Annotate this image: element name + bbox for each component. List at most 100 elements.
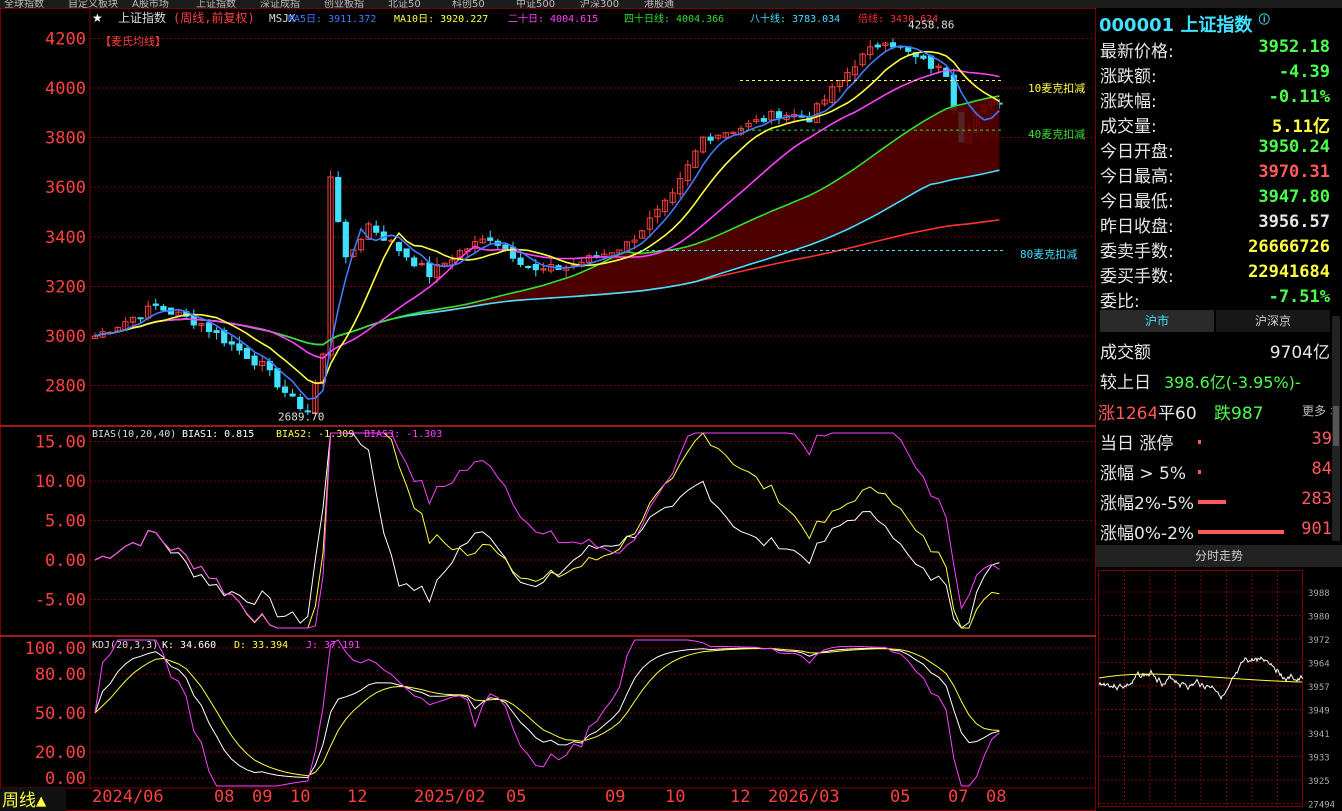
kdj-tick: 50.00 <box>35 704 86 724</box>
stat-label: 当日 涨停 <box>1100 434 1174 454</box>
intraday-tick: 3933 <box>1308 754 1330 764</box>
top-tab[interactable]: A股市场 <box>132 0 169 8</box>
top-tab[interactable]: 沪深300 <box>580 0 619 8</box>
top-tab[interactable]: 上证指数 <box>196 0 236 8</box>
candle-body <box>274 368 281 388</box>
quote-name: 上证指数 <box>1180 15 1253 36</box>
price-tick: 2800 <box>45 377 86 397</box>
candle-body <box>190 315 197 326</box>
stat-bar <box>1198 530 1284 534</box>
quote-label: 昨日收盘: <box>1100 217 1174 237</box>
intraday-tick: 3949 <box>1308 707 1330 717</box>
prev-day-value: -398.6亿(-3.95%) <box>1164 373 1301 392</box>
x-tick: 2025/02 <box>414 787 486 807</box>
quote-value: 3952.18 <box>1258 37 1330 57</box>
candle-body <box>707 136 714 141</box>
star-icon[interactable]: ★ <box>92 11 103 25</box>
quote-value: -4.39 <box>1278 62 1330 82</box>
quote-label: 今日最低: <box>1100 192 1174 212</box>
price-tick: 4200 <box>45 29 86 49</box>
quote-label: 委比: <box>1100 292 1140 312</box>
candle-body <box>395 242 403 252</box>
quote-value: 3970.31 <box>1258 162 1330 182</box>
candle-body <box>243 347 251 359</box>
candle-body <box>335 176 342 222</box>
bias-tick: 0.00 <box>45 551 86 571</box>
x-tick: 12 <box>347 787 367 807</box>
market-tab-all[interactable]: 沪深京 <box>1216 310 1330 332</box>
stat-label: 涨幅2%-5% <box>1100 494 1195 514</box>
prev-day-row: 较上日 -398.6亿(-3.95%) <box>1096 367 1336 392</box>
kdj-tick: 20.00 <box>35 743 86 763</box>
top-tab[interactable]: 创业板指 <box>324 0 364 8</box>
flat-count: 平60 <box>1158 404 1197 424</box>
quote-row: 昨日收盘: 3956.57 <box>1096 211 1336 237</box>
candle-body <box>426 262 433 278</box>
market-tab-sh[interactable]: 沪市 <box>1100 310 1214 332</box>
candle-body <box>502 244 509 250</box>
quote-code: 000001 <box>1099 15 1175 36</box>
quote-panel: 000001 上证指数 ⓘ 最新价格: 3952.18 涨跌额: -4.39 涨跌幅: -… <box>1096 8 1342 811</box>
stat-bar <box>1198 500 1226 504</box>
top-tab[interactable]: 港股通 <box>644 0 674 8</box>
candle-body <box>525 265 532 268</box>
kdj-tick: 100.00 <box>25 639 86 659</box>
ma-line <box>94 219 1000 346</box>
top-tab[interactable]: 北证50 <box>388 0 421 8</box>
stat-label: 涨幅 > 5% <box>1100 464 1187 484</box>
quote-value: 5.11亿 <box>1272 117 1330 137</box>
intraday-tick: 3941 <box>1308 730 1330 740</box>
top-tab[interactable]: 自定义板块 <box>68 0 118 8</box>
price-tick: 4000 <box>45 79 86 99</box>
x-tick: 08 <box>214 787 234 807</box>
ma-legend: MA10日: 3920.227 <box>394 14 488 25</box>
quote-row: 最新价格: 3952.18 <box>1096 36 1336 62</box>
deduct-label-10: 10麦克扣减 <box>1028 81 1085 95</box>
intraday-title[interactable]: 分时走势 <box>1096 545 1342 567</box>
bias-name: BIAS(10,20,40) <box>92 429 176 440</box>
kdj-name: KDJ(20,3,3) <box>92 640 158 651</box>
top-tab[interactable]: 深证成指 <box>260 0 300 8</box>
x-tick: 08 <box>986 787 1006 807</box>
bias3-value: BIAS3: -1.303 <box>364 429 442 440</box>
x-tick: 05 <box>890 787 910 807</box>
stat-value: 901 <box>1301 519 1332 539</box>
bias1-value: BIAS1: 0.815 <box>182 429 254 440</box>
candle-body <box>297 396 304 410</box>
quote-value: 3950.24 <box>1258 137 1330 157</box>
kdj-line <box>94 647 1000 777</box>
kline-chart[interactable]: 4200 4000 3800 3600 3400 3200 3000 2800 15.00 10.… <box>0 8 1096 811</box>
intraday-tick: 3988 <box>1308 589 1330 599</box>
top-tab[interactable]: 中证500 <box>516 0 555 8</box>
turnover-row: 成交额 9704亿 <box>1100 343 1330 363</box>
quote-value: 3947.80 <box>1258 187 1330 207</box>
candle-body <box>236 343 243 351</box>
quote-value: -7.51% <box>1268 287 1330 307</box>
quote-label: 最新价格: <box>1100 42 1174 62</box>
stat-value: 39 <box>1311 429 1332 449</box>
deduct-label-40: 40麦克扣减 <box>1028 127 1085 141</box>
bias-tick: -5.00 <box>35 591 86 611</box>
candle-body <box>289 393 296 397</box>
intraday-chart[interactable]: 3988 3980 3972 3964 3957 3949 3941 3933 3925 2749… <box>1096 568 1342 808</box>
price-tick: 3600 <box>45 178 86 198</box>
quote-row: 今日最高: 3970.31 <box>1096 161 1336 187</box>
up-count: 涨1264 <box>1098 404 1156 424</box>
info-icon[interactable]: ⓘ <box>1259 13 1270 26</box>
bias-tick: 5.00 <box>45 512 86 532</box>
bias2-value: BIAS2: -1.309 <box>276 429 354 440</box>
low-label: 2689.70 <box>278 410 324 423</box>
quote-row: 委卖手数: 26666726 <box>1096 236 1336 262</box>
top-tab[interactable]: 全球指数 <box>4 0 44 8</box>
period-button: 周线▲ <box>2 791 47 811</box>
deduct-label-80: 80麦克扣减 <box>1020 247 1077 261</box>
scrollbar[interactable] <box>1332 316 1340 541</box>
quote-value: -0.11% <box>1268 87 1330 107</box>
top-tab[interactable]: 科创50 <box>452 0 485 8</box>
candle-body <box>760 118 767 122</box>
chart-name: 上证指数 <box>118 10 166 25</box>
quote-label: 今日开盘: <box>1100 142 1174 162</box>
d-value: D: 33.394 <box>234 640 288 651</box>
quote-label: 涨跌幅: <box>1100 92 1157 112</box>
stat-row: 涨幅2%-5% 283 <box>1096 486 1332 516</box>
